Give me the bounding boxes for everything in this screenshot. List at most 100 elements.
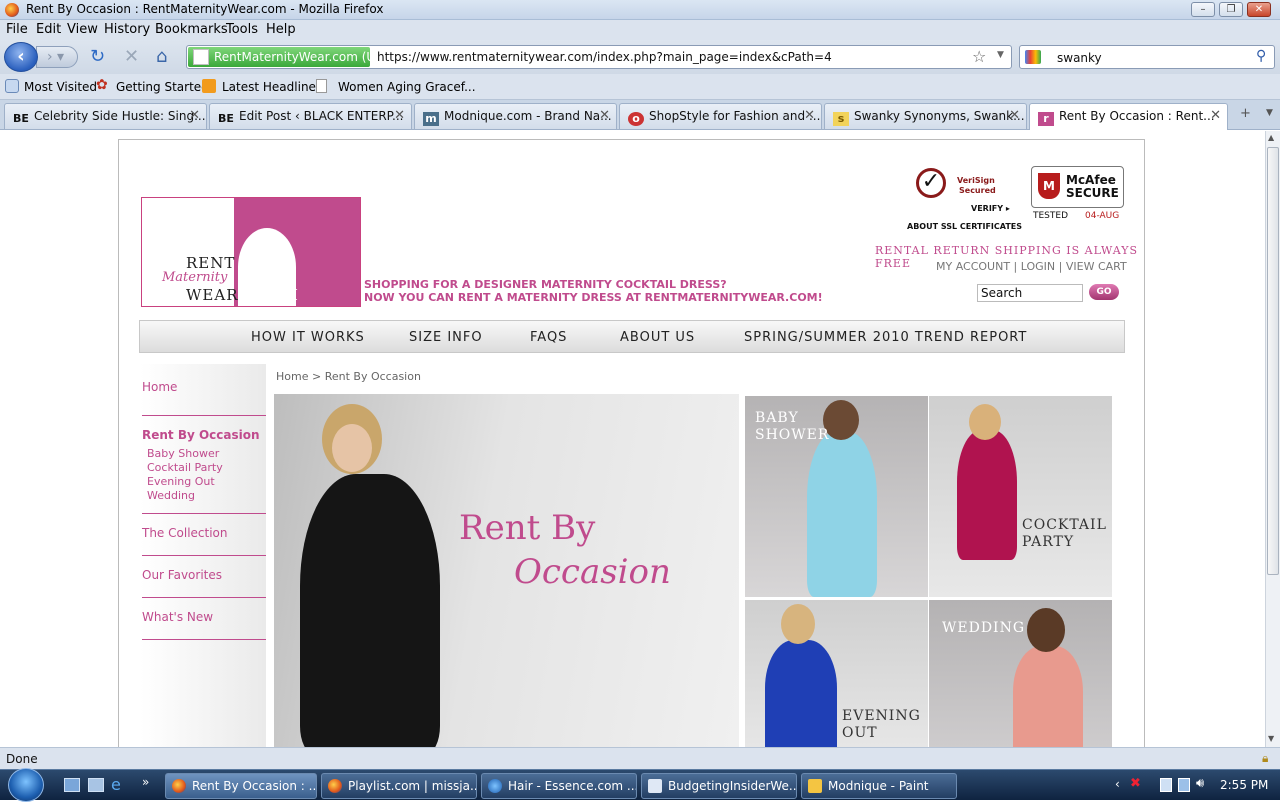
bookmark-women-aging[interactable]: Women Aging Gracef... xyxy=(338,80,476,94)
stop-icon[interactable]: ✕ xyxy=(124,46,139,67)
tile-wedding[interactable]: WEDDING xyxy=(929,600,1112,747)
forward-button[interactable]: › ▾ xyxy=(36,46,78,68)
new-tab-icon[interactable]: + xyxy=(1240,106,1251,121)
sidebar-home[interactable]: Home xyxy=(142,380,177,394)
tab-shopstyle[interactable]: o ShopStyle for Fashion and ... ✕ xyxy=(619,103,822,129)
task-rent-by-occasion[interactable]: Rent By Occasion : ... xyxy=(165,773,317,799)
menu-file[interactable]: File xyxy=(6,22,28,37)
nav-how-it-works[interactable]: HOW IT WORKS xyxy=(251,330,365,345)
reload-icon[interactable]: ↻ xyxy=(90,46,105,67)
status-bar: Done 🔒︎ xyxy=(0,747,1280,769)
menu-view[interactable]: View xyxy=(67,22,98,37)
clock[interactable]: 2:55 PM xyxy=(1220,778,1268,792)
start-button[interactable] xyxy=(8,768,44,802)
url-text[interactable]: https://www.rentmaternitywear.com/index.… xyxy=(377,50,832,64)
mcafee-badge[interactable]: M McAfee SECURE xyxy=(1031,166,1124,208)
sidebar-evening-out[interactable]: Evening Out xyxy=(147,475,215,488)
nav-trend-report[interactable]: SPRING/SUMMER 2010 TREND REPORT xyxy=(744,330,1027,345)
url-bar[interactable]: RentMaternityWear.com (US) https://www.r… xyxy=(186,45,1012,69)
back-button[interactable]: ‹ xyxy=(4,42,38,72)
bookmark-star-icon[interactable]: ☆ xyxy=(972,47,986,66)
menu-tools[interactable]: Tools xyxy=(226,22,258,37)
verisign-check-icon[interactable]: ✓ xyxy=(916,168,946,198)
network-icon[interactable] xyxy=(1178,778,1190,792)
page-scrollbar[interactable]: ▲ ▼ xyxy=(1265,131,1280,747)
close-tab-icon[interactable]: ✕ xyxy=(1210,104,1221,128)
switch-windows-icon[interactable] xyxy=(88,778,104,792)
menu-bookmarks[interactable]: Bookmarks xyxy=(155,22,228,37)
nav-about-us[interactable]: ABOUT US xyxy=(620,330,695,345)
tab-swanky-synonyms[interactable]: s Swanky Synonyms, Swank... ✕ xyxy=(824,103,1027,129)
restore-icon[interactable]: ❐ xyxy=(1219,2,1243,17)
verisign-line2: Secured xyxy=(959,186,996,195)
search-bar[interactable]: swanky ⚲ xyxy=(1019,45,1275,69)
sidebar-cocktail-party[interactable]: Cocktail Party xyxy=(147,461,223,474)
site-logo[interactable]: RENT Maternity WEAR .COM xyxy=(141,197,361,307)
menu-edit[interactable]: Edit xyxy=(36,22,61,37)
my-account-link[interactable]: MY ACCOUNT xyxy=(936,260,1010,273)
close-tab-icon[interactable]: ✕ xyxy=(599,104,610,128)
verisign-verify[interactable]: VERIFY ▸ xyxy=(971,204,1010,213)
scroll-up-icon[interactable]: ▲ xyxy=(1268,133,1274,142)
tile-evening-out[interactable]: EVENING OUT xyxy=(745,600,928,747)
search-icon[interactable]: ⚲ xyxy=(1256,48,1266,64)
tab-edit-post[interactable]: BE Edit Post ‹ BLACK ENTERP... ✕ xyxy=(209,103,412,129)
sidebar-rent-by-occasion[interactable]: Rent By Occasion xyxy=(142,428,260,442)
ssl-certificates-link[interactable]: ABOUT SSL CERTIFICATES xyxy=(907,222,1022,231)
breadcrumb-home[interactable]: Home > xyxy=(276,370,321,383)
bookmark-most-visited[interactable]: Most Visited xyxy=(24,80,97,94)
google-icon[interactable] xyxy=(1025,50,1041,64)
task-budgeting-insider[interactable]: BudgetingInsiderWe... xyxy=(641,773,797,799)
sidebar: Home Rent By Occasion Baby Shower Cockta… xyxy=(140,364,266,747)
home-icon[interactable]: ⌂ xyxy=(156,46,167,67)
volume-icon[interactable]: 🔊︎ xyxy=(1196,776,1204,791)
shopstyle-icon: o xyxy=(628,112,644,126)
show-desktop-icon[interactable] xyxy=(64,778,80,792)
sidebar-baby-shower[interactable]: Baby Shower xyxy=(147,447,219,460)
close-tab-icon[interactable]: ✕ xyxy=(804,104,815,128)
task-hair-essence[interactable]: Hair - Essence.com ... xyxy=(481,773,637,799)
tray-expand-icon[interactable]: ‹ xyxy=(1115,777,1120,791)
internet-explorer-icon[interactable]: e xyxy=(111,775,121,794)
tab-modnique[interactable]: m Modnique.com - Brand Na... ✕ xyxy=(414,103,617,129)
nav-size-info[interactable]: SIZE INFO xyxy=(409,330,483,345)
tile-cocktail-party[interactable]: COCKTAIL PARTY xyxy=(929,396,1112,597)
rentmaternity-icon: r xyxy=(1038,112,1054,126)
quicklaunch-overflow-icon[interactable]: » xyxy=(142,775,149,789)
bookmark-latest-headlines[interactable]: Latest Headlines xyxy=(222,80,322,94)
menu-help[interactable]: Help xyxy=(266,22,296,37)
close-tab-icon[interactable]: ✕ xyxy=(394,104,405,128)
hero-banner[interactable]: Rent By Occasion xyxy=(274,394,739,747)
task-paint[interactable]: Modnique - Paint xyxy=(801,773,957,799)
search-go-button[interactable]: GO xyxy=(1089,284,1119,300)
view-cart-link[interactable]: VIEW CART xyxy=(1066,260,1127,273)
login-link[interactable]: LOGIN xyxy=(1021,260,1055,273)
close-tab-icon[interactable]: ✕ xyxy=(1009,104,1020,128)
bookmark-getting-started[interactable]: Getting Started xyxy=(116,80,209,94)
close-icon[interactable]: ✕ xyxy=(1247,2,1271,17)
sidebar-whats-new[interactable]: What's New xyxy=(142,610,213,624)
task-playlist[interactable]: Playlist.com | missja... xyxy=(321,773,477,799)
minimize-icon[interactable]: – xyxy=(1191,2,1215,17)
tab-list-icon[interactable]: ▼ xyxy=(1266,108,1273,118)
lock-icon[interactable]: 🔒︎ xyxy=(1262,751,1268,766)
window-titlebar: Rent By Occasion : RentMaternityWear.com… xyxy=(0,0,1280,20)
tab-rent-by-occasion[interactable]: r Rent By Occasion : Rent... ✕ xyxy=(1029,103,1228,130)
site-search-input[interactable]: Search xyxy=(977,284,1083,302)
sidebar-our-favorites[interactable]: Our Favorites xyxy=(142,568,222,582)
url-dropdown-icon[interactable]: ▼ xyxy=(997,50,1004,60)
tray-alert-icon[interactable]: ✖ xyxy=(1130,776,1141,791)
tile-baby-shower[interactable]: BABY SHOWER xyxy=(745,396,928,597)
tray-device-icon[interactable] xyxy=(1160,778,1172,792)
model-head xyxy=(1027,608,1065,652)
site-identity-button[interactable]: RentMaternityWear.com (US) xyxy=(188,47,388,67)
sidebar-the-collection[interactable]: The Collection xyxy=(142,526,228,540)
nav-faqs[interactable]: FAQS xyxy=(530,330,567,345)
menu-history[interactable]: History xyxy=(104,22,150,37)
close-tab-icon[interactable]: ✕ xyxy=(189,104,200,128)
scrollbar-thumb[interactable] xyxy=(1267,147,1279,575)
tab-celebrity-side-hustle[interactable]: BE Celebrity Side Hustle: Sing... ✕ xyxy=(4,103,207,129)
search-input[interactable]: swanky xyxy=(1057,51,1102,65)
sidebar-wedding[interactable]: Wedding xyxy=(147,489,195,502)
scroll-down-icon[interactable]: ▼ xyxy=(1268,734,1274,743)
